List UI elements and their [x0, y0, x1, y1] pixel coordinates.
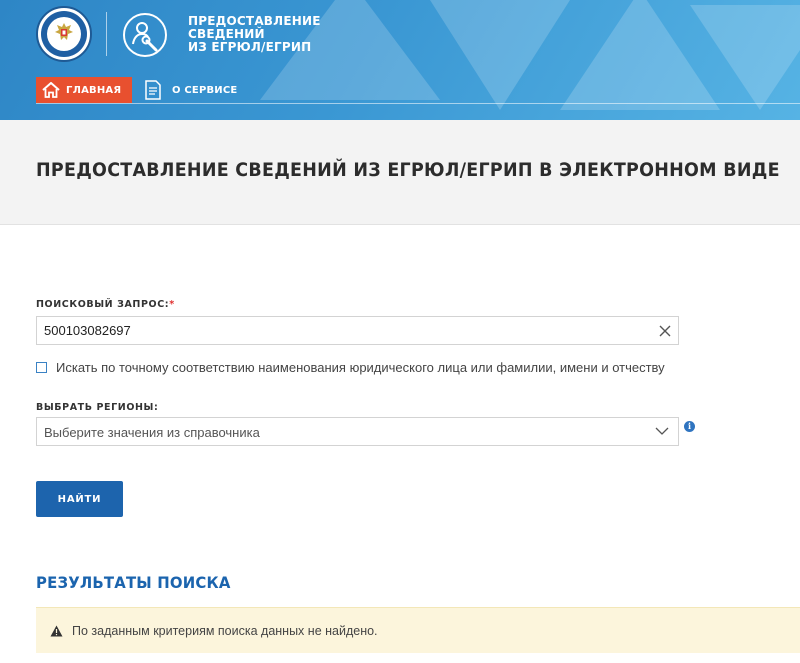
query-label-text: ПОИСКОВЫЙ ЗАПРОС:: [36, 299, 170, 310]
person-wrench-icon: [123, 13, 167, 57]
page-title: ПРЕДОСТАВЛЕНИЕ СВЕДЕНИЙ ИЗ ЕГРЮЛ/ЕГРИП В…: [36, 159, 780, 181]
nav-about-label: О СЕРВИСЕ: [172, 84, 238, 96]
regions-placeholder: Выберите значения из справочника: [44, 425, 260, 440]
no-results-alert: По заданным критериям поиска данных не н…: [36, 607, 800, 653]
fns-logo[interactable]: [36, 6, 92, 62]
regions-label: ВЫБРАТЬ РЕГИОНЫ:: [36, 402, 159, 413]
info-icon[interactable]: i: [684, 421, 695, 432]
nav-home-label: ГЛАВНАЯ: [66, 84, 122, 96]
find-button[interactable]: НАЙТИ: [36, 481, 123, 517]
service-title: ПРЕДОСТАВЛЕНИЕ СВЕДЕНИЙ ИЗ ЕГРЮЛ/ЕГРИП: [188, 15, 328, 54]
regions-select[interactable]: Выберите значения из справочника: [36, 417, 679, 446]
header-decoration: [430, 0, 570, 110]
required-mark: *: [169, 299, 175, 310]
nav-home[interactable]: ГЛАВНАЯ: [36, 77, 132, 103]
exact-match-row: Искать по точному соответствию наименова…: [36, 360, 665, 375]
service-title-line: ИЗ ЕГРЮЛ/ЕГРИП: [188, 40, 312, 54]
no-results-message: По заданным критериям поиска данных не н…: [72, 624, 378, 638]
search-input[interactable]: 500103082697: [36, 316, 679, 345]
header-divider: [106, 12, 107, 56]
nav-underline: [36, 103, 800, 104]
exact-match-label[interactable]: Искать по точному соответствию наименова…: [56, 360, 665, 375]
chevron-down-icon: [655, 427, 669, 435]
home-icon: [42, 82, 60, 98]
site-header: ПРЕДОСТАВЛЕНИЕ СВЕДЕНИЙ ИЗ ЕГРЮЛ/ЕГРИП Г…: [0, 0, 800, 120]
document-icon: [145, 80, 161, 100]
search-input-value: 500103082697: [44, 323, 131, 338]
results-title: РЕЗУЛЬТАТЫ ПОИСКА: [36, 573, 231, 592]
exact-match-checkbox[interactable]: [36, 362, 47, 373]
warning-icon: [50, 625, 63, 637]
query-label: ПОИСКОВЫЙ ЗАПРОС:*: [36, 299, 175, 310]
eagle-emblem-icon: [55, 23, 73, 40]
header-decoration: [690, 5, 800, 110]
nav-about[interactable]: О СЕРВИСЕ: [144, 77, 237, 103]
close-icon[interactable]: [658, 324, 672, 338]
